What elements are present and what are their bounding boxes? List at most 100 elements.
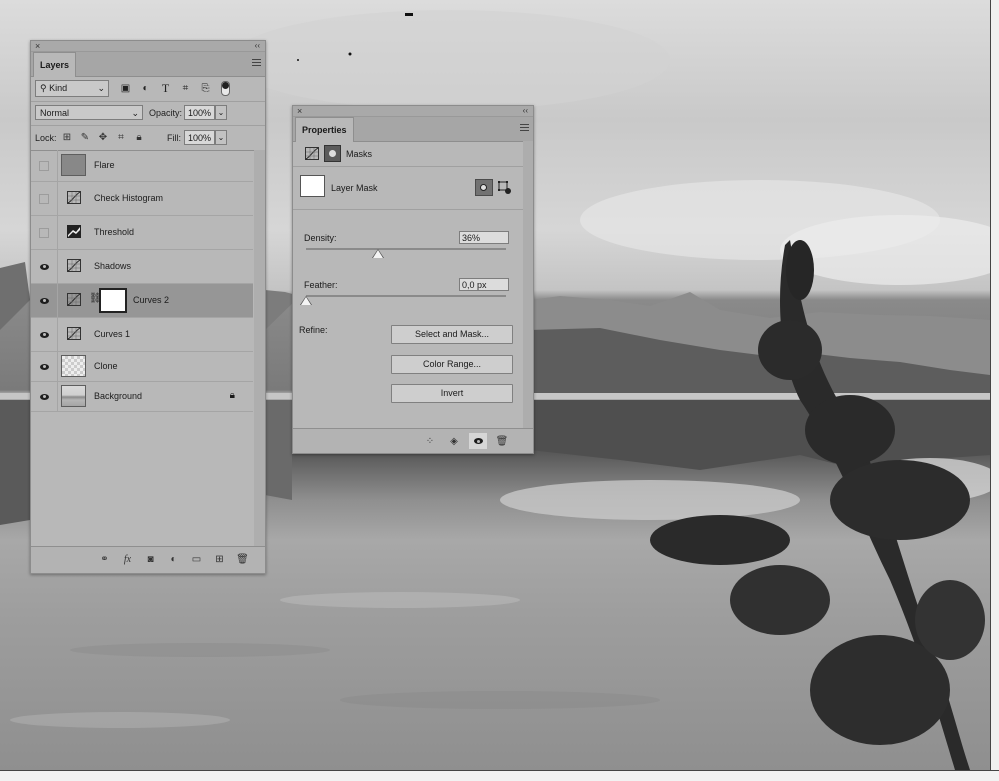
vector-mask-icon[interactable] xyxy=(497,180,512,195)
new-adjustment-icon[interactable]: ◐ xyxy=(167,553,180,566)
lock-icon[interactable]: 🔒︎ xyxy=(230,390,235,401)
filter-toggle-icon[interactable] xyxy=(217,80,234,96)
layer-name: Check Histogram xyxy=(94,193,164,203)
properties-section-row: Masks xyxy=(293,142,533,167)
visibility-toggle[interactable] xyxy=(31,182,58,215)
section-title: Masks xyxy=(346,149,373,159)
layer-name: Flare xyxy=(94,160,115,170)
layer-thumbnail xyxy=(61,154,86,176)
opacity-dropdown-button[interactable]: ⌄ xyxy=(215,105,227,120)
properties-tab-row: Properties xyxy=(293,117,533,142)
properties-footer: ⁘ ◈ 🗑︎ xyxy=(293,428,533,453)
curves-adjustment-icon xyxy=(67,191,81,204)
properties-panel-header[interactable]: × ‹‹ xyxy=(293,106,533,117)
feather-slider-handle[interactable] xyxy=(301,297,311,305)
properties-panel: × ‹‹ Properties Masks Layer Mask Density… xyxy=(292,105,534,454)
panel-menu-icon[interactable] xyxy=(252,59,261,67)
curves-adjustment-icon xyxy=(67,293,81,306)
density-slider-handle[interactable] xyxy=(373,250,383,258)
new-group-icon[interactable]: ▭ xyxy=(190,553,203,566)
visibility-toggle[interactable] xyxy=(31,382,58,411)
layer-row-background[interactable]: Background 🔒︎ xyxy=(31,382,253,412)
visibility-toggle[interactable] xyxy=(31,284,58,317)
layers-panel-header[interactable]: × ‹‹ xyxy=(31,41,265,52)
lock-artboard-icon[interactable]: ⌗ xyxy=(115,131,127,143)
close-icon[interactable]: × xyxy=(35,41,40,51)
panel-menu-icon[interactable] xyxy=(520,124,529,132)
trash-icon[interactable]: 🗑︎ xyxy=(493,433,511,449)
shape-filter-icon[interactable]: ⌗ xyxy=(177,80,194,96)
layer-list: Flare Check Histogram Threshold Shadows … xyxy=(31,150,253,412)
eye-icon xyxy=(39,263,49,270)
properties-scrollbar[interactable] xyxy=(523,141,533,429)
lock-label: Lock: xyxy=(35,133,57,143)
blend-mode-value: Normal xyxy=(40,108,70,118)
opacity-field[interactable]: 100% xyxy=(184,105,215,120)
mask-properties-icon[interactable] xyxy=(324,145,341,162)
feather-field[interactable]: 0,0 px xyxy=(459,278,509,291)
layer-name: Clone xyxy=(94,361,118,371)
blend-mode-select[interactable]: Normal ⌄ xyxy=(35,105,143,120)
curves-adjustment-icon xyxy=(67,327,81,340)
collapse-icon[interactable]: ‹‹ xyxy=(523,106,528,116)
layer-mask-thumbnail[interactable] xyxy=(99,288,127,313)
visibility-off-icon xyxy=(39,193,49,204)
lock-position-icon[interactable]: ✥ xyxy=(97,131,109,143)
close-icon[interactable]: × xyxy=(297,106,302,116)
layer-row-curves-1[interactable]: Curves 1 xyxy=(31,318,253,352)
layers-scrollbar[interactable] xyxy=(254,150,265,546)
tab-properties[interactable]: Properties xyxy=(295,117,354,142)
adjustment-filter-icon[interactable]: ◐ xyxy=(137,80,154,96)
eye-icon xyxy=(39,331,49,338)
smart-object-filter-icon[interactable]: ⎘ xyxy=(197,80,214,96)
layers-panel: × ‹‹ Layers ⚲ Kind ⌄ ▣ ◐ T ⌗ ⎘ Normal ⌄ … xyxy=(30,40,266,574)
layer-row-shadows[interactable]: Shadows xyxy=(31,250,253,284)
trash-icon[interactable]: 🗑︎ xyxy=(236,553,249,566)
visibility-toggle[interactable] xyxy=(31,216,58,249)
status-bar xyxy=(0,770,999,781)
collapse-icon[interactable]: ‹‹ xyxy=(255,41,260,51)
chevron-down-icon: ⌄ xyxy=(131,108,139,118)
link-layers-icon[interactable]: ⚭ xyxy=(98,553,111,566)
new-layer-icon[interactable]: ⊞ xyxy=(213,553,226,566)
canvas-scrollbar-right[interactable] xyxy=(990,0,999,770)
filter-kind-select[interactable]: ⚲ Kind ⌄ xyxy=(35,80,109,97)
layer-row-curves-2[interactable]: ⛓ Curves 2 xyxy=(31,284,253,318)
invert-button[interactable]: Invert xyxy=(391,384,513,403)
lock-image-icon[interactable]: ✎ xyxy=(79,131,91,143)
lock-transparency-icon[interactable]: ⊞ xyxy=(61,131,73,143)
type-filter-icon[interactable]: T xyxy=(157,80,174,96)
select-and-mask-button[interactable]: Select and Mask... xyxy=(391,325,513,344)
lock-row: Lock: ⊞ ✎ ✥ ⌗ 🔒︎ Fill: 100% ⌄ xyxy=(31,126,265,151)
density-field[interactable]: 36% xyxy=(459,231,509,244)
fill-field[interactable]: 100% xyxy=(184,130,215,145)
search-icon: ⚲ xyxy=(40,83,47,93)
eye-icon[interactable] xyxy=(469,433,487,449)
feather-slider-track[interactable] xyxy=(306,295,506,297)
apply-mask-icon[interactable]: ◈ xyxy=(445,433,463,449)
fx-icon[interactable]: fx xyxy=(121,553,134,566)
layer-name: Curves 2 xyxy=(133,295,170,305)
layers-footer-icons: ⚭ fx ◙ ◐ ▭ ⊞ 🗑︎ xyxy=(98,553,249,566)
add-mask-icon[interactable]: ◙ xyxy=(144,553,157,566)
layer-row-clone[interactable]: Clone xyxy=(31,352,253,382)
pixel-mask-button[interactable] xyxy=(475,179,493,196)
visibility-toggle[interactable] xyxy=(31,150,58,181)
layers-footer: ⚭ fx ◙ ◐ ▭ ⊞ 🗑︎ xyxy=(31,546,265,573)
filter-icons: ▣ ◐ T ⌗ ⎘ xyxy=(117,80,234,96)
visibility-toggle[interactable] xyxy=(31,318,58,351)
pixel-filter-icon[interactable]: ▣ xyxy=(117,80,134,96)
layer-row-threshold[interactable]: Threshold xyxy=(31,216,253,250)
visibility-toggle[interactable] xyxy=(31,250,58,283)
layer-row-check-histogram[interactable]: Check Histogram xyxy=(31,182,253,216)
tab-layers[interactable]: Layers xyxy=(33,52,77,77)
layer-row-flare[interactable]: Flare xyxy=(31,150,253,182)
curves-properties-icon[interactable] xyxy=(305,147,319,160)
color-range-button[interactable]: Color Range... xyxy=(391,355,513,374)
fill-dropdown-button[interactable]: ⌄ xyxy=(215,130,227,145)
lock-all-icon[interactable]: 🔒︎ xyxy=(133,131,145,143)
visibility-toggle[interactable] xyxy=(31,352,58,381)
opacity-label: Opacity: xyxy=(149,108,183,118)
load-selection-icon[interactable]: ⁘ xyxy=(421,433,439,449)
density-slider-track[interactable] xyxy=(306,248,506,250)
